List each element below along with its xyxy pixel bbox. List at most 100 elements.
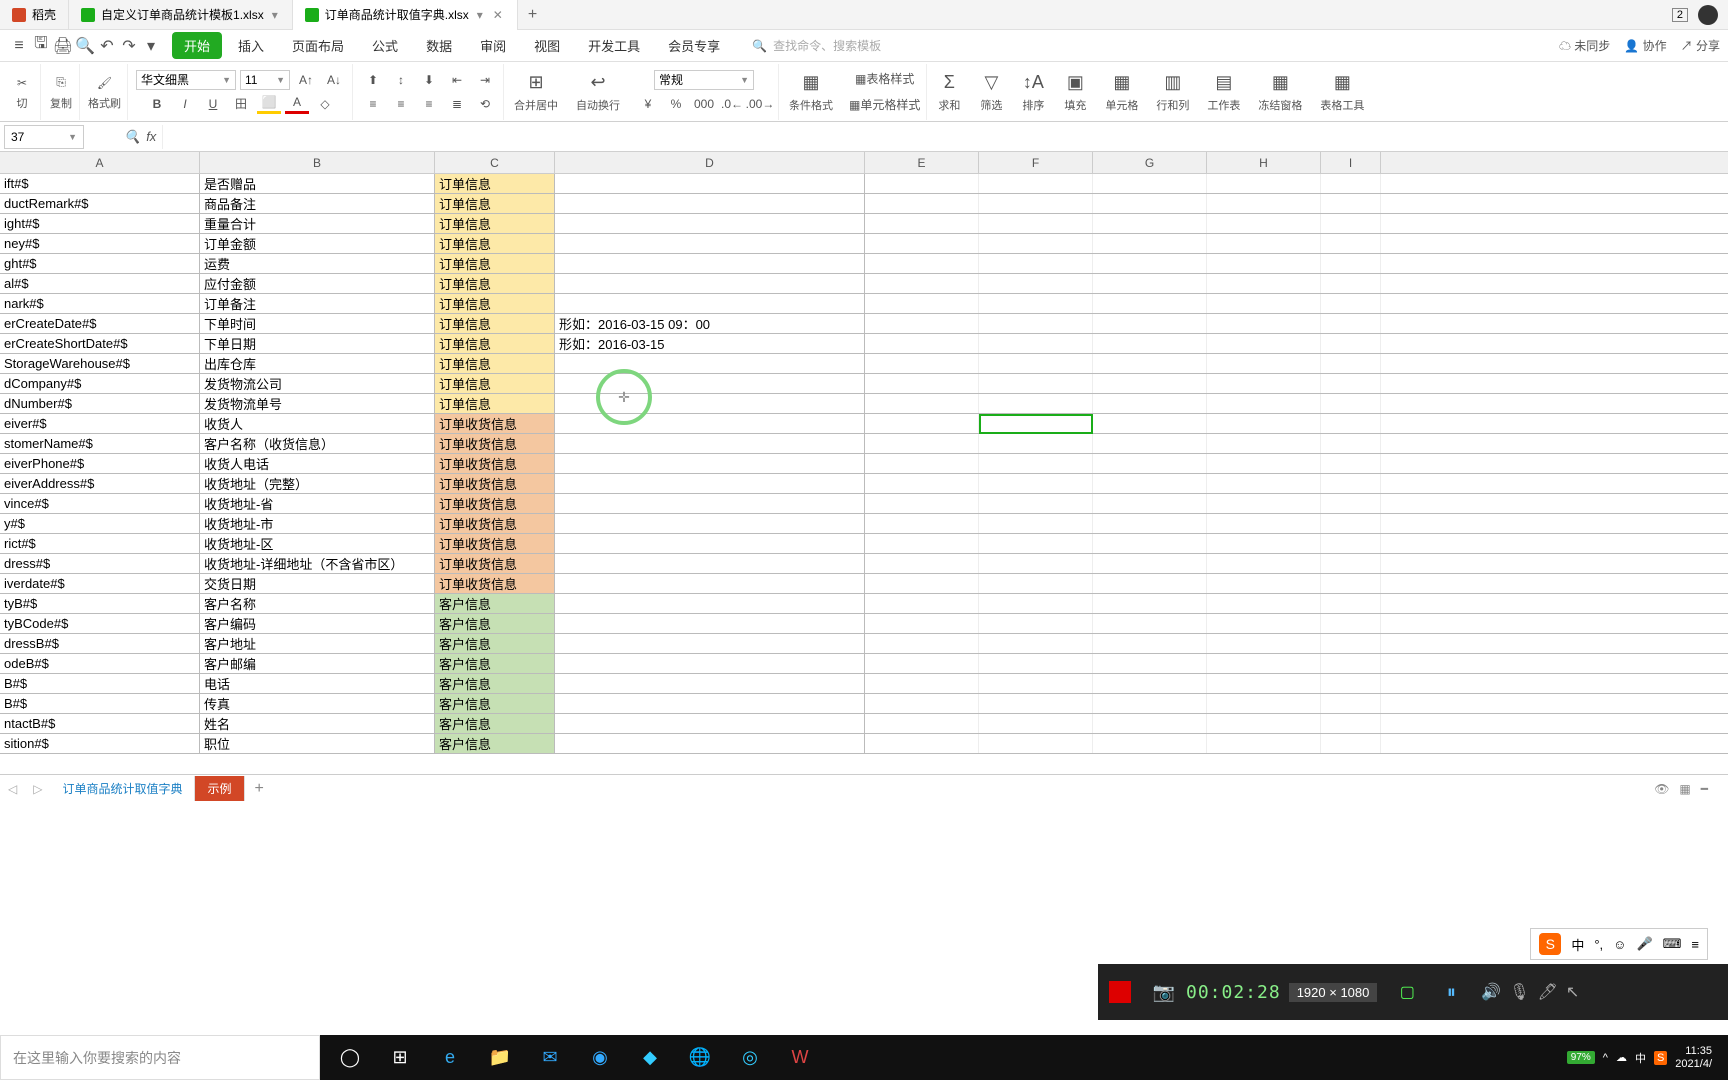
table-tools-button[interactable]: ▦表格工具	[1312, 67, 1372, 117]
cell[interactable]	[1093, 334, 1207, 353]
ime-emoji-icon[interactable]: ☺	[1613, 937, 1626, 952]
fill-color-button[interactable]: ⬜	[257, 94, 281, 114]
align-left-button[interactable]: ≡	[361, 94, 385, 114]
cell[interactable]: 订单收货信息	[435, 494, 555, 513]
table-row[interactable]: stomerName#$客户名称（收货信息）订单收货信息	[0, 434, 1728, 454]
command-search[interactable]: 🔍 查找命令、搜索模板	[752, 37, 881, 54]
cell[interactable]	[1093, 314, 1207, 333]
cell[interactable]: 订单收货信息	[435, 514, 555, 533]
align-right-button[interactable]: ≡	[417, 94, 441, 114]
cell[interactable]	[865, 514, 979, 533]
align-middle-button[interactable]: ↕	[389, 70, 413, 90]
cell[interactable]: StorageWarehouse#$	[0, 354, 200, 373]
start-button[interactable]: ◯	[328, 1038, 372, 1078]
cell[interactable]	[1321, 554, 1381, 573]
font-name-select[interactable]: 华文细黑▼	[136, 70, 236, 90]
cell[interactable]	[1093, 214, 1207, 233]
pause-button[interactable]: ⏸	[1435, 976, 1467, 1008]
cell[interactable]	[979, 494, 1093, 513]
cell[interactable]	[979, 474, 1093, 493]
cell[interactable]	[555, 174, 865, 193]
table-row[interactable]: eiverPhone#$收货人电话订单收货信息	[0, 454, 1728, 474]
cell[interactable]	[1207, 314, 1321, 333]
cell[interactable]	[1093, 594, 1207, 613]
cell[interactable]	[555, 614, 865, 633]
cell[interactable]: odeB#$	[0, 654, 200, 673]
cell-style-button[interactable]: ▦ 单元格样式	[849, 95, 920, 115]
cell[interactable]	[1093, 174, 1207, 193]
cell[interactable]	[865, 214, 979, 233]
tab-file-2[interactable]: 订单商品统计取值字典.xlsx ▾ ✕	[293, 0, 518, 30]
cell[interactable]	[979, 374, 1093, 393]
cell[interactable]	[555, 494, 865, 513]
battery-status[interactable]: 97%	[1567, 1051, 1595, 1064]
distribute-button[interactable]: ≣	[445, 94, 469, 114]
cell[interactable]: 订单收货信息	[435, 414, 555, 433]
table-row[interactable]: al#$应付金额订单信息	[0, 274, 1728, 294]
cell[interactable]: 收货人	[200, 414, 435, 433]
cell[interactable]: eiverPhone#$	[0, 454, 200, 473]
cell[interactable]: 订单备注	[200, 294, 435, 313]
cell[interactable]	[1207, 374, 1321, 393]
column-header-I[interactable]: I	[1321, 152, 1381, 173]
cell[interactable]: rict#$	[0, 534, 200, 553]
cell[interactable]	[865, 234, 979, 253]
cell[interactable]: iverdate#$	[0, 574, 200, 593]
cell[interactable]	[865, 194, 979, 213]
cell[interactable]: 订单信息	[435, 194, 555, 213]
cell[interactable]	[865, 354, 979, 373]
table-row[interactable]: StorageWarehouse#$出库仓库订单信息	[0, 354, 1728, 374]
cell[interactable]: 运费	[200, 254, 435, 273]
tab-menu-icon[interactable]: ▾	[475, 8, 485, 22]
cell[interactable]	[1093, 194, 1207, 213]
cell[interactable]	[1093, 734, 1207, 753]
table-row[interactable]: dressB#$客户地址客户信息	[0, 634, 1728, 654]
cell[interactable]: 订单收货信息	[435, 574, 555, 593]
cell[interactable]	[555, 454, 865, 473]
column-header-F[interactable]: F	[979, 152, 1093, 173]
cell[interactable]: 传真	[200, 694, 435, 713]
column-header-E[interactable]: E	[865, 152, 979, 173]
cell[interactable]: 客户信息	[435, 674, 555, 693]
cell[interactable]: 收货地址（完整）	[200, 474, 435, 493]
column-header-H[interactable]: H	[1207, 152, 1321, 173]
cell[interactable]	[865, 694, 979, 713]
cell[interactable]	[1321, 194, 1381, 213]
sort-button[interactable]: ↕A排序	[1013, 67, 1053, 117]
cell[interactable]	[1321, 354, 1381, 373]
edge-icon[interactable]: e	[428, 1038, 472, 1078]
underline-button[interactable]: U	[201, 94, 225, 114]
cell[interactable]	[1207, 434, 1321, 453]
cell[interactable]	[865, 714, 979, 733]
avatar[interactable]	[1698, 5, 1718, 25]
cell[interactable]: 发货物流公司	[200, 374, 435, 393]
cell[interactable]	[555, 694, 865, 713]
cell[interactable]	[1321, 174, 1381, 193]
cell[interactable]	[1093, 454, 1207, 473]
cell[interactable]	[1321, 434, 1381, 453]
ime-punct-icon[interactable]: °,	[1594, 937, 1603, 952]
cell[interactable]: 订单信息	[435, 374, 555, 393]
align-top-button[interactable]: ⬆	[361, 70, 385, 90]
table-row[interactable]: ductRemark#$商品备注订单信息	[0, 194, 1728, 214]
cell[interactable]	[555, 654, 865, 673]
cell[interactable]	[555, 194, 865, 213]
cell[interactable]	[865, 434, 979, 453]
cell[interactable]	[1207, 694, 1321, 713]
brush-icon[interactable]: 🖊	[1538, 982, 1558, 1002]
cell[interactable]	[555, 574, 865, 593]
cell[interactable]	[1321, 254, 1381, 273]
column-header-B[interactable]: B	[200, 152, 435, 173]
tab-doke[interactable]: 稻壳	[0, 0, 69, 30]
cell[interactable]	[865, 254, 979, 273]
cell[interactable]	[1207, 194, 1321, 213]
cell[interactable]	[865, 374, 979, 393]
mail-icon[interactable]: ✉	[528, 1038, 572, 1078]
cell[interactable]: dressB#$	[0, 634, 200, 653]
cell[interactable]	[1207, 214, 1321, 233]
cell[interactable]: 重量合计	[200, 214, 435, 233]
cell[interactable]: 收货地址-市	[200, 514, 435, 533]
table-row[interactable]: ntactB#$姓名客户信息	[0, 714, 1728, 734]
cell[interactable]	[1207, 474, 1321, 493]
sogou-icon[interactable]: S	[1539, 933, 1561, 955]
